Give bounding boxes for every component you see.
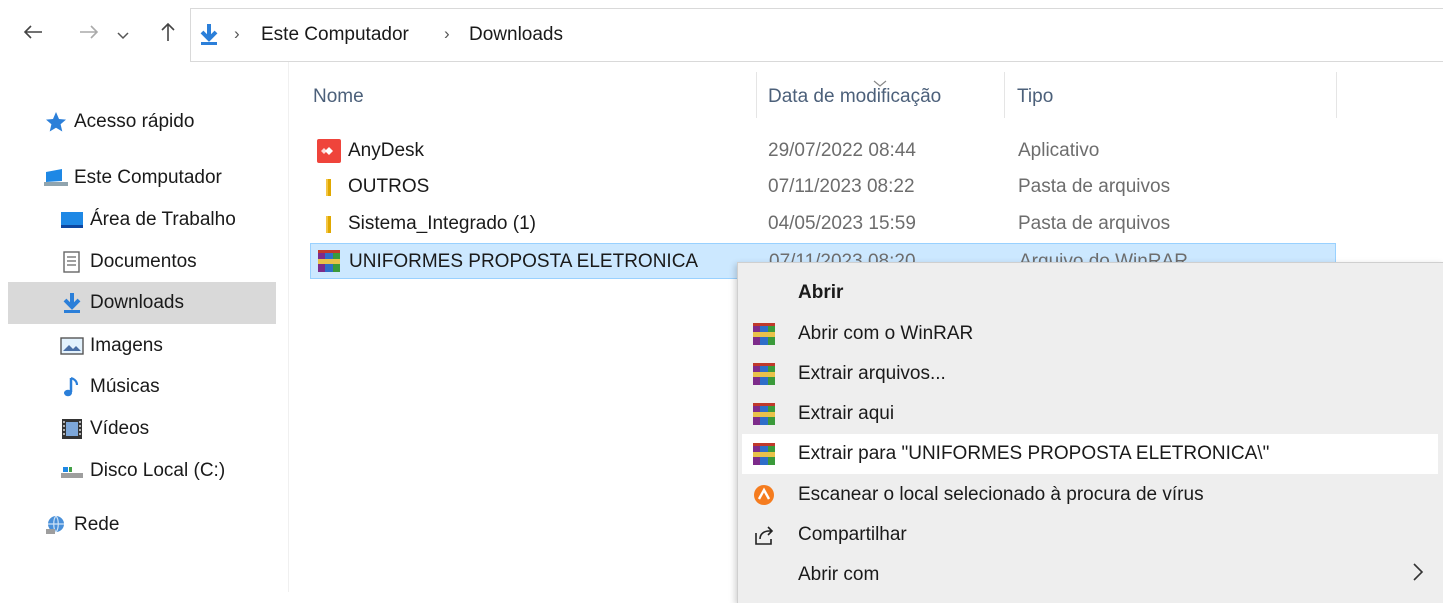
sidebar-item-label: Este Computador xyxy=(74,167,222,188)
sidebar-item-label: Disco Local (C:) xyxy=(90,460,226,481)
column-separator[interactable] xyxy=(1336,72,1337,118)
arrow-left-icon xyxy=(23,24,43,46)
antivirus-icon xyxy=(752,483,776,507)
music-icon xyxy=(60,375,84,399)
sidebar-item-imagens[interactable]: Imagens xyxy=(60,325,163,367)
menu-item-label: Abrir com o WinRAR xyxy=(798,323,974,344)
menu-item-extrair-arquivos[interactable]: Extrair arquivos... xyxy=(742,354,1438,394)
sidebar-item-label: Downloads xyxy=(90,292,184,313)
drive-icon xyxy=(60,459,84,483)
sidebar-item-musicas[interactable]: Músicas xyxy=(60,366,160,408)
anydesk-icon xyxy=(317,139,341,163)
network-icon xyxy=(44,513,68,537)
menu-item-extrair-aqui[interactable]: Extrair aqui xyxy=(742,394,1438,434)
file-type: Aplicativo xyxy=(1018,140,1100,161)
chevron-right-icon xyxy=(1412,561,1424,589)
file-name: OUTROS xyxy=(348,176,430,197)
breadcrumb-este-computador[interactable]: Este Computador xyxy=(261,24,409,46)
pictures-icon xyxy=(60,334,84,358)
chevron-down-icon xyxy=(117,24,129,46)
file-type: Pasta de arquivos xyxy=(1018,176,1171,197)
sidebar-item-label: Imagens xyxy=(90,335,163,356)
sidebar-divider xyxy=(288,62,289,592)
sidebar-item-label: Documentos xyxy=(90,251,197,272)
file-row[interactable]: Sistema_Integrado (1) 04/05/2023 15:59 P… xyxy=(310,206,1336,242)
arrow-up-icon xyxy=(160,22,176,48)
column-header-name[interactable]: Nome xyxy=(313,86,364,108)
column-separator[interactable] xyxy=(756,72,757,118)
up-button[interactable] xyxy=(155,20,181,50)
sidebar-item-label: Área de Trabalho xyxy=(90,209,236,230)
winrar-icon xyxy=(752,402,776,426)
sidebar-item-disco-local[interactable]: Disco Local (C:) xyxy=(60,450,225,492)
back-button[interactable] xyxy=(18,20,48,50)
column-header-type[interactable]: Tipo xyxy=(1017,86,1053,108)
sidebar-item-label: Músicas xyxy=(90,376,160,397)
downloads-icon xyxy=(198,22,220,52)
menu-item-abrir-com-winrar[interactable]: Abrir com o WinRAR xyxy=(742,314,1438,354)
star-icon xyxy=(44,110,68,134)
sidebar-item-documentos[interactable]: Documentos xyxy=(60,241,197,283)
breadcrumb-separator: › xyxy=(234,24,240,43)
menu-item-abrir[interactable]: Abrir xyxy=(742,273,1438,313)
context-menu: Abrir Abrir com o WinRAR Extrair arquivo… xyxy=(737,262,1443,603)
sidebar-item-rede[interactable]: Rede xyxy=(44,504,119,546)
sidebar-item-videos[interactable]: Vídeos xyxy=(60,408,149,450)
winrar-icon xyxy=(752,322,776,346)
menu-item-label: Extrair aqui xyxy=(798,403,895,424)
arrow-right-icon xyxy=(79,24,99,46)
menu-item-label: Extrair para "UNIFORMES PROPOSTA ELETRON… xyxy=(798,443,1270,464)
menu-item-extrair-para[interactable]: Extrair para "UNIFORMES PROPOSTA ELETRON… xyxy=(742,434,1438,474)
file-date: 07/11/2023 08:22 xyxy=(768,176,915,197)
menu-item-escanear-virus[interactable]: Escanear o local selecionado à procura d… xyxy=(742,475,1438,515)
file-date: 04/05/2023 15:59 xyxy=(768,213,916,234)
document-icon xyxy=(60,250,84,274)
file-date: 29/07/2022 08:44 xyxy=(768,140,916,161)
folder-icon xyxy=(317,175,341,199)
sidebar-item-label: Rede xyxy=(74,514,120,535)
file-name: Sistema_Integrado (1) xyxy=(348,213,536,234)
downloads-icon xyxy=(60,291,84,315)
video-icon xyxy=(60,417,84,441)
winrar-icon xyxy=(318,250,342,274)
sidebar-item-label: Vídeos xyxy=(90,418,150,439)
breadcrumb-downloads[interactable]: Downloads xyxy=(469,24,563,46)
menu-item-compartilhar[interactable]: Compartilhar xyxy=(742,515,1438,555)
breadcrumb-separator: › xyxy=(444,24,450,43)
computer-icon xyxy=(44,166,68,190)
share-icon xyxy=(752,523,776,547)
menu-item-label: Escanear o local selecionado à procura d… xyxy=(798,484,1204,505)
menu-item-label: Extrair arquivos... xyxy=(798,363,946,384)
sidebar-item-acesso-rapido[interactable]: Acesso rápido xyxy=(44,101,194,143)
sidebar-item-label: Acesso rápido xyxy=(74,111,195,132)
menu-item-label: Compartilhar xyxy=(798,524,907,545)
winrar-icon xyxy=(752,442,776,466)
sidebar-item-downloads[interactable]: Downloads xyxy=(8,282,276,324)
menu-item-label: Abrir xyxy=(798,282,844,303)
file-name: AnyDesk xyxy=(348,140,425,161)
recent-locations-button[interactable] xyxy=(112,20,134,50)
file-row[interactable]: OUTROS 07/11/2023 08:22 Pasta de arquivo… xyxy=(310,169,1336,205)
menu-item-abrir-com[interactable]: Abrir com xyxy=(742,555,1438,595)
sidebar-item-area-de-trabalho[interactable]: Área de Trabalho xyxy=(60,199,236,241)
winrar-icon xyxy=(752,362,776,386)
file-name: UNIFORMES PROPOSTA ELETRONICA xyxy=(349,251,699,272)
sidebar-item-este-computador[interactable]: Este Computador xyxy=(44,157,222,199)
column-header-date[interactable]: Data de modificação xyxy=(768,86,941,108)
column-separator[interactable] xyxy=(1004,72,1005,118)
file-type: Pasta de arquivos xyxy=(1018,213,1171,234)
desktop-icon xyxy=(60,208,84,232)
folder-icon xyxy=(317,212,341,236)
file-row[interactable]: AnyDesk 29/07/2022 08:44 Aplicativo xyxy=(310,133,1336,169)
menu-item-label: Abrir com xyxy=(798,564,880,585)
forward-button[interactable] xyxy=(74,20,104,50)
